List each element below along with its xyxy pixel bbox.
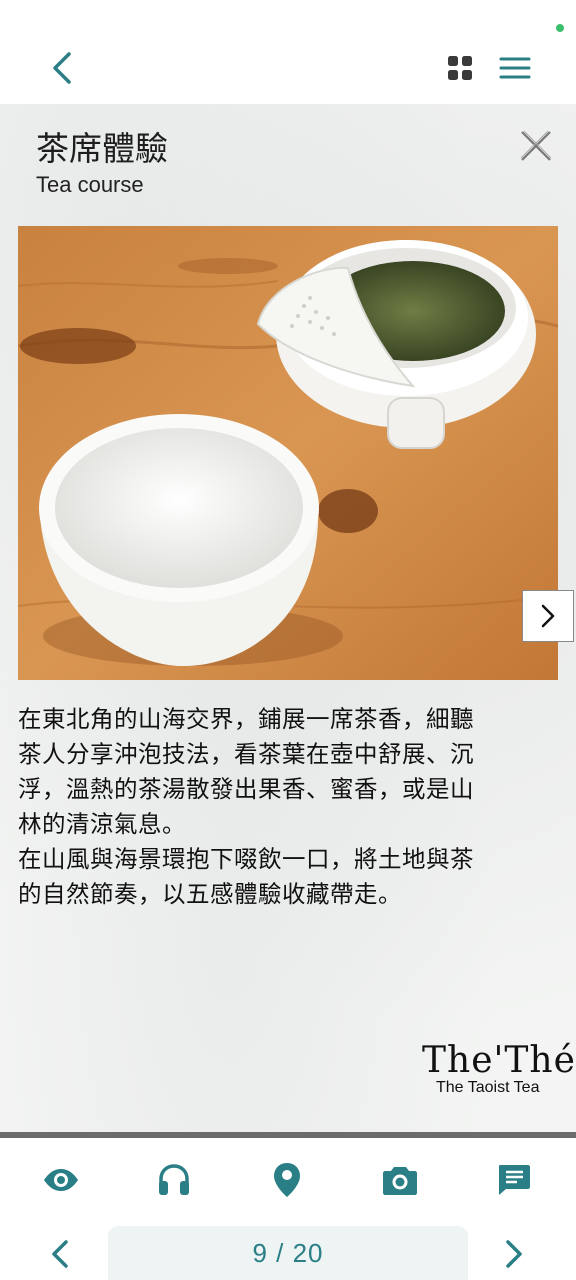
audio-button[interactable] bbox=[152, 1158, 196, 1202]
page-counter: 9 / 20 bbox=[252, 1237, 324, 1268]
headphones-icon bbox=[159, 1164, 189, 1195]
description-text: 在東北角的山海交界，鋪展一席茶香，細聽 茶人分享沖泡技法，看茶葉在壺中舒展、沉 … bbox=[18, 705, 474, 908]
chevron-right-icon bbox=[541, 604, 555, 628]
grid-icon bbox=[448, 56, 472, 80]
page-indicator: 9 / 20 bbox=[108, 1226, 468, 1280]
card-subtitle: Tea course bbox=[36, 172, 144, 197]
view-button[interactable] bbox=[39, 1158, 83, 1202]
next-page-button[interactable] bbox=[494, 1234, 534, 1274]
grid-view-button[interactable] bbox=[446, 54, 474, 82]
status-indicator bbox=[556, 24, 564, 32]
card-title: 茶席體驗 bbox=[36, 129, 168, 168]
camera-button[interactable] bbox=[378, 1158, 422, 1202]
message-icon bbox=[499, 1165, 530, 1195]
hamburger-menu-icon bbox=[499, 57, 531, 79]
message-button[interactable] bbox=[492, 1158, 536, 1202]
chevron-right-icon bbox=[506, 1240, 522, 1268]
chevron-left-icon bbox=[53, 52, 71, 84]
location-button[interactable] bbox=[265, 1158, 309, 1202]
previous-page-button[interactable] bbox=[40, 1234, 80, 1274]
top-bar bbox=[0, 0, 576, 104]
content-card: 茶席體驗 Tea course 在東北角的山海交界，鋪展一席茶香，細聽 茶人分享… bbox=[0, 104, 576, 1138]
logo-tagline: The Taoist Tea bbox=[436, 1079, 540, 1096]
brand-logo: The'Thé The Taoist Tea bbox=[422, 1040, 576, 1097]
close-icon bbox=[520, 130, 552, 161]
location-pin-icon bbox=[274, 1163, 300, 1197]
logo-wordmark: The'Thé bbox=[422, 1040, 576, 1081]
back-button[interactable] bbox=[40, 46, 84, 90]
next-image-button[interactable] bbox=[522, 590, 574, 642]
chevron-left-icon bbox=[52, 1240, 68, 1268]
menu-button[interactable] bbox=[498, 54, 532, 82]
tea-set-photo bbox=[18, 226, 558, 680]
close-button[interactable] bbox=[516, 126, 556, 166]
eye-icon bbox=[44, 1169, 78, 1191]
camera-icon bbox=[383, 1167, 417, 1195]
